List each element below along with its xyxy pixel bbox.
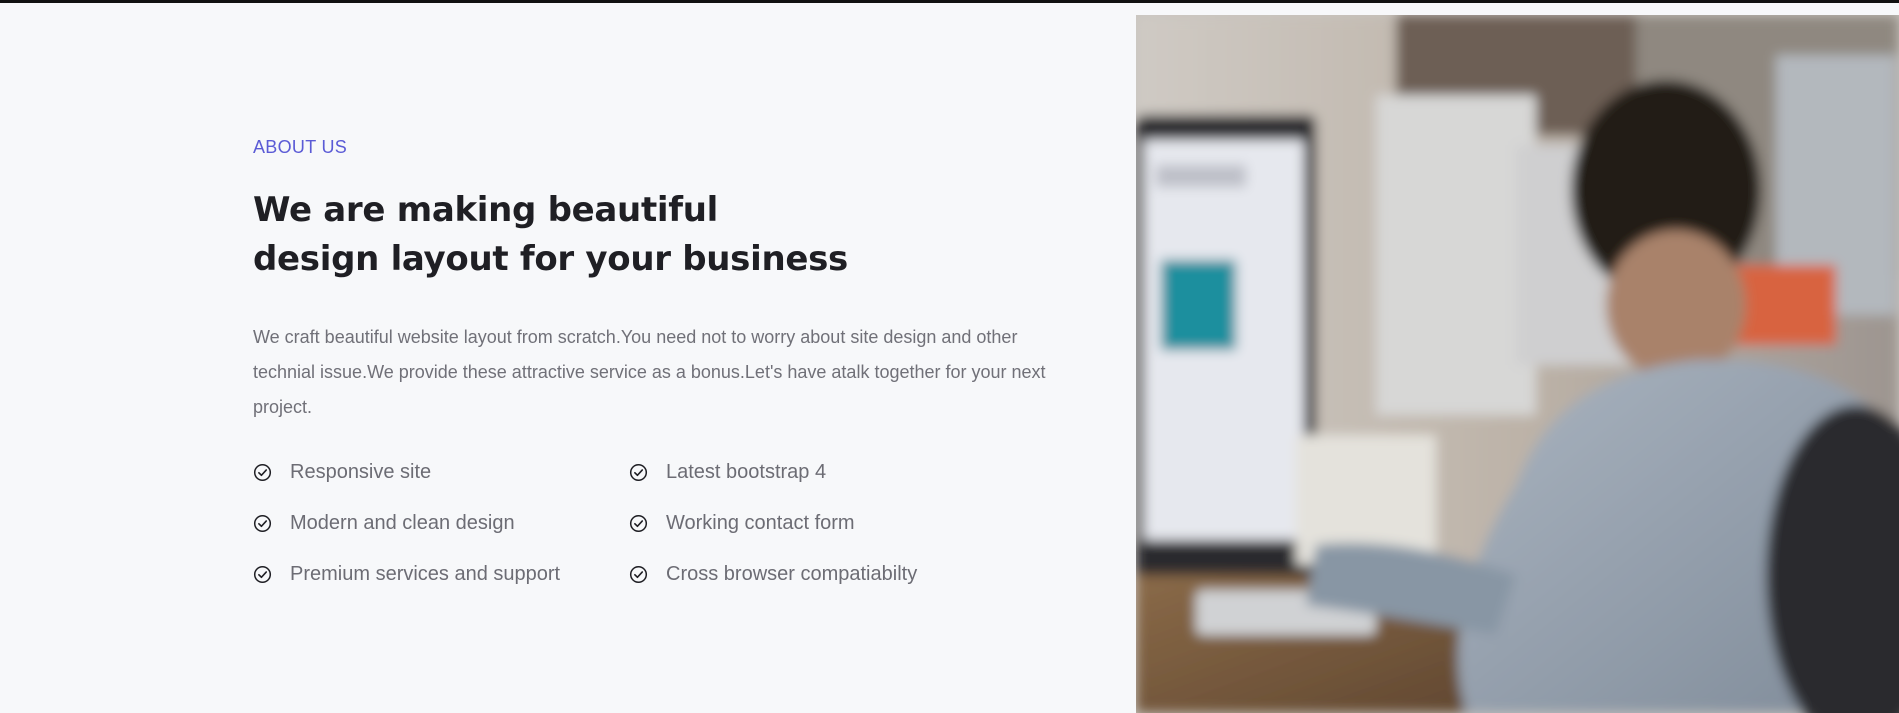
feature-item: Latest bootstrap 4 [629, 455, 1005, 490]
feature-item: Modern and clean design [253, 506, 629, 541]
heading-line-2: design layout for your business [253, 239, 848, 279]
feature-label: Cross browser compatiabilty [666, 563, 918, 585]
top-border [0, 0, 1899, 3]
section-eyebrow: ABOUT US [253, 137, 348, 157]
feature-label: Working contact form [666, 512, 855, 534]
feature-label: Modern and clean design [290, 512, 515, 534]
feature-item: Cross browser compatiabilty [629, 557, 1005, 592]
feature-label: Premium services and support [290, 563, 561, 585]
feature-item: Premium services and support [253, 557, 629, 592]
section-heading: We are making beautiful design layout fo… [253, 186, 1093, 284]
check-circle-icon [629, 463, 648, 482]
about-section: ABOUT US We are making beautiful design … [253, 95, 1093, 592]
feature-label: Responsive site [290, 461, 432, 483]
feature-list: Responsive site Latest bootstrap 4 Moder… [253, 455, 1093, 592]
office-photo [1136, 15, 1899, 713]
office-photo-illustration [1136, 15, 1899, 713]
check-circle-icon [629, 565, 648, 584]
feature-item: Working contact form [629, 506, 1005, 541]
check-circle-icon [629, 514, 648, 533]
section-description: We craft beautiful website layout from s… [253, 327, 1046, 417]
feature-item: Responsive site [253, 455, 629, 490]
check-circle-icon [253, 565, 272, 584]
heading-line-1: We are making beautiful [253, 190, 719, 230]
feature-label: Latest bootstrap 4 [666, 461, 827, 483]
check-circle-icon [253, 514, 272, 533]
check-circle-icon [253, 463, 272, 482]
